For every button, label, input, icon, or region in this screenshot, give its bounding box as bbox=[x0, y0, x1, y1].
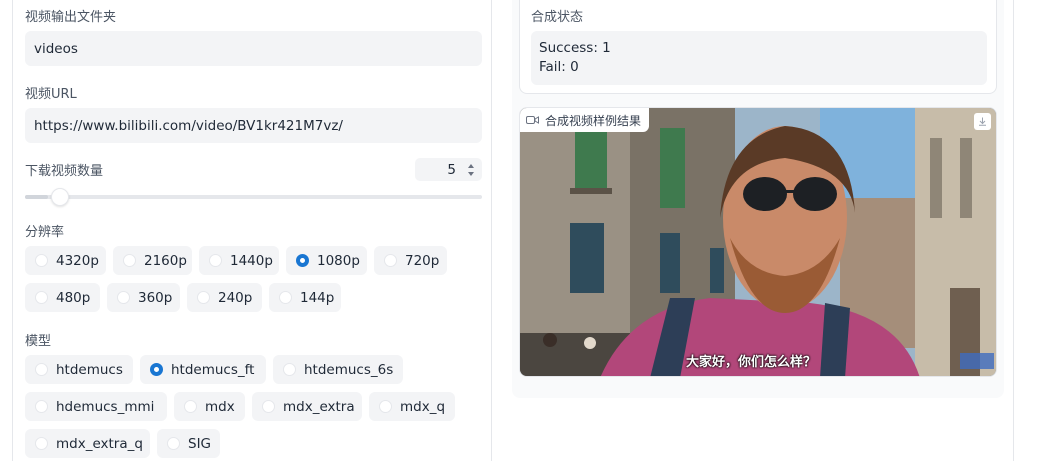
model-option-mdx_q[interactable]: mdx_q bbox=[369, 392, 455, 421]
radio-circle-icon[interactable] bbox=[117, 291, 130, 304]
settings-panel: 视频输出文件夹 videos 视频URL https://www.bilibil… bbox=[12, 0, 492, 461]
model-option-htdemucs_ft[interactable]: htdemucs_ft bbox=[140, 355, 266, 384]
radio-circle-icon[interactable] bbox=[283, 363, 296, 376]
radio-circle-icon[interactable] bbox=[209, 254, 222, 267]
status-label: 合成状态 bbox=[531, 10, 584, 25]
model-option-htdemucs[interactable]: htdemucs bbox=[25, 355, 133, 384]
resolution-option-label: 720p bbox=[405, 252, 440, 269]
radio-circle-icon[interactable] bbox=[123, 254, 136, 267]
app-page: 视频输出文件夹 videos 视频URL https://www.bilibil… bbox=[0, 0, 1056, 461]
radio-circle-icon[interactable] bbox=[379, 400, 392, 413]
resolution-option-1440p[interactable]: 1440p bbox=[199, 246, 279, 275]
model-option-label: mdx_extra bbox=[283, 398, 355, 415]
resolution-option-2160p[interactable]: 2160p bbox=[113, 246, 192, 275]
download-count-label: 下载视频数量 bbox=[25, 164, 104, 179]
stepper-arrows-icon[interactable] bbox=[468, 163, 476, 176]
video-url-label: 视频URL bbox=[25, 87, 77, 102]
model-option-label: mdx bbox=[205, 398, 235, 415]
radio-circle-icon[interactable] bbox=[262, 400, 275, 413]
radio-circle-icon[interactable] bbox=[35, 400, 48, 413]
model-option-label: htdemucs_6s bbox=[304, 361, 394, 378]
model-label: 模型 bbox=[25, 334, 52, 349]
model-option-label: mdx_q bbox=[400, 398, 446, 415]
resolution-option-480p[interactable]: 480p bbox=[25, 283, 100, 312]
radio-circle-icon[interactable] bbox=[197, 291, 210, 304]
resolution-option-720p[interactable]: 720p bbox=[374, 246, 447, 275]
radio-circle-icon[interactable] bbox=[150, 363, 163, 376]
video-label-text: 合成视频样例结果 bbox=[545, 113, 642, 128]
model-option-label: htdemucs bbox=[56, 361, 123, 378]
resolution-option-label: 480p bbox=[56, 289, 91, 306]
output-folder-input[interactable]: videos bbox=[25, 31, 482, 66]
model-option-label: htdemucs_ft bbox=[171, 361, 255, 378]
video-camera-icon bbox=[526, 116, 539, 124]
status-success-line: Success: 1 bbox=[539, 40, 611, 56]
resolution-option-label: 1440p bbox=[230, 252, 273, 269]
model-option-label: hdemucs_mmi bbox=[56, 398, 155, 415]
radio-circle-icon[interactable] bbox=[167, 437, 180, 450]
download-icon[interactable] bbox=[974, 113, 991, 130]
download-count-value: 5 bbox=[447, 161, 456, 178]
resolution-option-1080p[interactable]: 1080p bbox=[286, 246, 367, 275]
model-option-sig[interactable]: SIG bbox=[157, 429, 220, 458]
status-textbox[interactable]: Success: 1 Fail: 0 bbox=[531, 31, 987, 85]
radio-circle-icon[interactable] bbox=[296, 254, 309, 267]
model-option-mdx[interactable]: mdx bbox=[174, 392, 245, 421]
radio-circle-icon[interactable] bbox=[35, 437, 48, 450]
status-fail-line: Fail: 0 bbox=[539, 59, 579, 75]
output-panel: 合成状态 Success: 1 Fail: 0 合成视频样例结果 大家好，你们怎… bbox=[512, 0, 1004, 398]
model-option-hdemucs_mmi[interactable]: hdemucs_mmi bbox=[25, 392, 167, 421]
video-url-input[interactable]: https://www.bilibili.com/video/BV1kr421M… bbox=[25, 108, 482, 143]
slider-fill bbox=[25, 195, 48, 199]
video-label-badge: 合成视频样例结果 bbox=[520, 108, 650, 132]
resolution-option-240p[interactable]: 240p bbox=[187, 283, 262, 312]
radio-circle-icon[interactable] bbox=[384, 254, 397, 267]
resolution-option-label: 144p bbox=[300, 289, 335, 306]
resolution-option-360p[interactable]: 360p bbox=[107, 283, 180, 312]
radio-circle-icon[interactable] bbox=[184, 400, 197, 413]
model-option-label: mdx_extra_q bbox=[56, 435, 143, 452]
download-count-slider[interactable] bbox=[25, 188, 482, 206]
download-count-number-input[interactable]: 5 bbox=[415, 158, 482, 181]
panel-divider bbox=[1013, 0, 1014, 461]
model-option-htdemucs_6s[interactable]: htdemucs_6s bbox=[273, 355, 403, 384]
model-option-mdx_extra[interactable]: mdx_extra bbox=[252, 392, 362, 421]
resolution-label: 分辨率 bbox=[25, 225, 65, 240]
resolution-option-label: 240p bbox=[218, 289, 253, 306]
status-block: 合成状态 Success: 1 Fail: 0 bbox=[519, 0, 997, 94]
resolution-option-label: 2160p bbox=[144, 252, 187, 269]
output-folder-label: 视频输出文件夹 bbox=[25, 10, 117, 25]
video-frame bbox=[520, 108, 996, 376]
model-option-label: SIG bbox=[188, 435, 212, 452]
video-player[interactable]: 合成视频样例结果 大家好，你们怎么样？ bbox=[519, 107, 997, 377]
resolution-option-144p[interactable]: 144p bbox=[269, 283, 341, 312]
radio-circle-icon[interactable] bbox=[35, 291, 48, 304]
model-option-mdx_extra_q[interactable]: mdx_extra_q bbox=[25, 429, 150, 458]
video-subtitle: 大家好，你们怎么样？ bbox=[686, 355, 817, 370]
resolution-option-label: 4320p bbox=[56, 252, 99, 269]
slider-handle[interactable] bbox=[50, 188, 69, 206]
resolution-option-4320p[interactable]: 4320p bbox=[25, 246, 106, 275]
radio-circle-icon[interactable] bbox=[35, 363, 48, 376]
radio-circle-icon[interactable] bbox=[279, 291, 292, 304]
resolution-option-label: 1080p bbox=[317, 252, 360, 269]
radio-circle-icon[interactable] bbox=[35, 254, 48, 267]
resolution-option-label: 360p bbox=[138, 289, 173, 306]
